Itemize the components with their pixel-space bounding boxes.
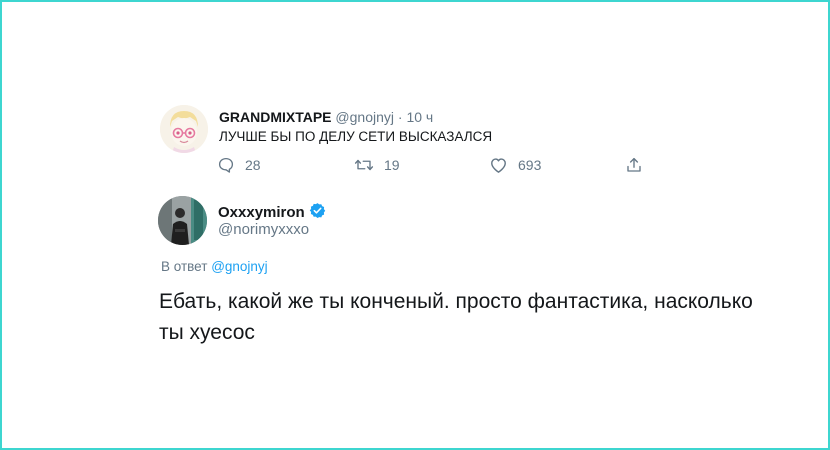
reply-tweet-handle[interactable]: @gnojnyj — [335, 109, 394, 125]
reply-tweet-separator: · — [397, 109, 403, 125]
share-icon — [625, 156, 643, 174]
reply-count: 28 — [245, 157, 261, 173]
tweet-screenshot-frame: GRANDMIXTAPE @gnojnyj · 10 ч ЛУЧШЕ БЫ ПО… — [0, 0, 830, 450]
reply-tweet-display-name[interactable]: GRANDMIXTAPE — [219, 109, 332, 125]
verified-badge-icon — [309, 202, 326, 224]
main-tweet-handle[interactable]: @norimyxxxo — [218, 221, 309, 239]
reply-context: В ответ @gnojnyj — [161, 258, 268, 276]
grandmixtape-avatar[interactable] — [160, 105, 208, 153]
retweet-count: 19 — [384, 157, 400, 173]
reply-tweet-actions: 28 19 693 — [2, 156, 830, 178]
oxxxymiron-avatar[interactable] — [158, 196, 207, 245]
retweet-icon — [354, 156, 374, 174]
reply-to-link[interactable]: @gnojnyj — [211, 259, 268, 274]
reply-tweet-header: GRANDMIXTAPE @gnojnyj · 10 ч — [219, 108, 433, 126]
like-count: 693 — [518, 157, 542, 173]
cartoon-avatar-illustration — [160, 105, 208, 153]
main-tweet-display-name[interactable]: Oxxxymiron — [218, 204, 305, 222]
reply-tweet-text: ЛУЧШЕ БЫ ПО ДЕЛУ СЕТИ ВЫСКАЗАЛСЯ — [219, 129, 493, 144]
reply-button[interactable]: 28 — [217, 156, 261, 174]
reply-tweet-timestamp[interactable]: 10 ч — [406, 109, 433, 125]
heart-icon — [489, 156, 508, 174]
retweet-button[interactable]: 19 — [354, 156, 400, 174]
profile-photo-illustration — [158, 196, 207, 245]
like-button[interactable]: 693 — [489, 156, 541, 174]
reply-bubble-icon — [217, 156, 235, 174]
main-tweet-text: Ебать, какой же ты конченый. просто фант… — [159, 290, 753, 344]
reply-context-prefix: В ответ — [161, 259, 208, 274]
share-button[interactable] — [625, 156, 643, 174]
